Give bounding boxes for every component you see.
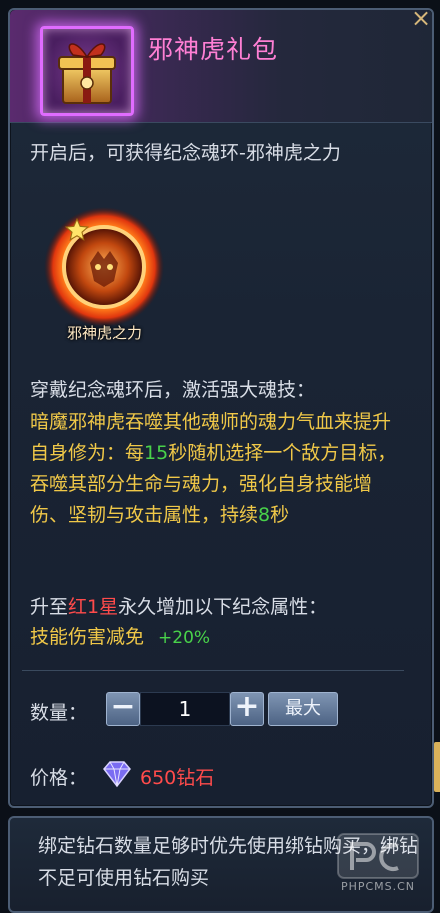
price-label: 价格： — [30, 767, 88, 789]
tiger-soul-ring-icon[interactable] — [42, 205, 167, 330]
attribute-value: +20% — [158, 628, 211, 648]
attribute-line: 技能伤害减免 +20% — [30, 622, 210, 653]
reward-name: 邪神虎之力 — [66, 324, 142, 342]
skill-interval: 15 — [144, 442, 169, 464]
skill-description: 暗魔邪神虎吞噬其他魂师的魂力气血来提升自身修为：每15秒随机选择一个敌方目标，吞… — [30, 407, 406, 531]
watermark-text: PHPCMS.CN — [340, 880, 416, 893]
upgrade-line: 升至红1星永久增加以下纪念属性： — [30, 592, 327, 622]
skill-text-part3: 秒 — [270, 504, 290, 526]
price-value: 650钻石 — [140, 767, 215, 789]
section-divider — [22, 670, 404, 671]
quantity-label: 数量： — [30, 702, 88, 724]
upgrade-prefix: 升至 — [30, 596, 69, 618]
skill-duration: 8 — [258, 504, 271, 526]
side-scroll-tab[interactable] — [434, 742, 440, 792]
close-icon[interactable]: × — [408, 6, 434, 32]
star-icon — [64, 217, 90, 241]
panel-header: 邪神虎礼包 — [10, 10, 432, 123]
max-quantity-button[interactable]: 最大 — [268, 692, 338, 726]
quantity-increase-button[interactable]: + — [230, 692, 264, 726]
diamond-icon — [100, 760, 134, 788]
upgrade-suffix: 永久增加以下纪念属性： — [118, 596, 328, 618]
quantity-input[interactable]: 1 — [140, 692, 230, 726]
item-title: 邪神虎礼包 — [148, 35, 279, 64]
watermark-logo: PHPCMS.CN — [334, 832, 422, 898]
upgrade-star: 红1星 — [68, 596, 119, 618]
gift-box-graphic — [58, 43, 116, 104]
item-description: 开启后，可获得纪念魂环-邪神虎之力 — [30, 142, 341, 164]
quantity-decrease-button[interactable]: − — [106, 692, 140, 726]
skill-intro: 穿戴纪念魂环后，激活强大魂技： — [30, 379, 316, 401]
attribute-name: 技能伤害减免 — [30, 626, 145, 648]
gift-box-icon — [40, 26, 134, 116]
